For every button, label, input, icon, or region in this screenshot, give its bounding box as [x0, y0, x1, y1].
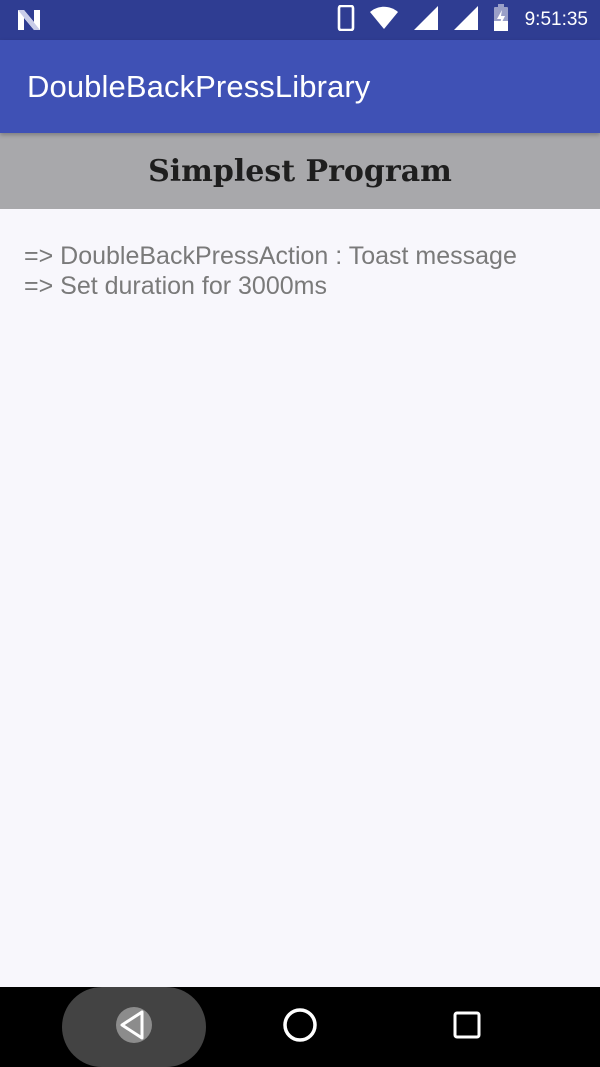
description-line-action: => DoubleBackPressAction : Toast message — [24, 242, 517, 270]
wifi-icon — [369, 6, 399, 35]
phone-vibrate-icon — [337, 4, 355, 36]
app-title: DoubleBackPressLibrary — [27, 68, 371, 104]
battery-charging-icon — [493, 3, 509, 37]
back-icon — [114, 1005, 154, 1050]
back-button[interactable] — [62, 987, 206, 1067]
notification-n-icon — [16, 8, 42, 32]
status-icons: 9:51:35 — [337, 0, 588, 40]
signal-icon-2 — [453, 5, 479, 36]
description-line-duration: => Set duration for 3000ms — [24, 272, 327, 300]
recents-icon — [452, 1010, 482, 1045]
navigation-bar — [0, 987, 600, 1067]
status-time: 9:51:35 — [524, 9, 588, 30]
section-header: Simplest Program — [0, 133, 600, 209]
section-title: Simplest Program — [148, 153, 452, 189]
status-bar: 9:51:35 — [0, 0, 600, 40]
home-button[interactable] — [260, 987, 340, 1067]
signal-icon — [413, 5, 439, 36]
app-bar: DoubleBackPressLibrary — [0, 40, 600, 133]
recents-button[interactable] — [427, 987, 507, 1067]
home-icon — [280, 1005, 320, 1050]
description-text: => DoubleBackPressAction : Toast message… — [24, 241, 584, 301]
